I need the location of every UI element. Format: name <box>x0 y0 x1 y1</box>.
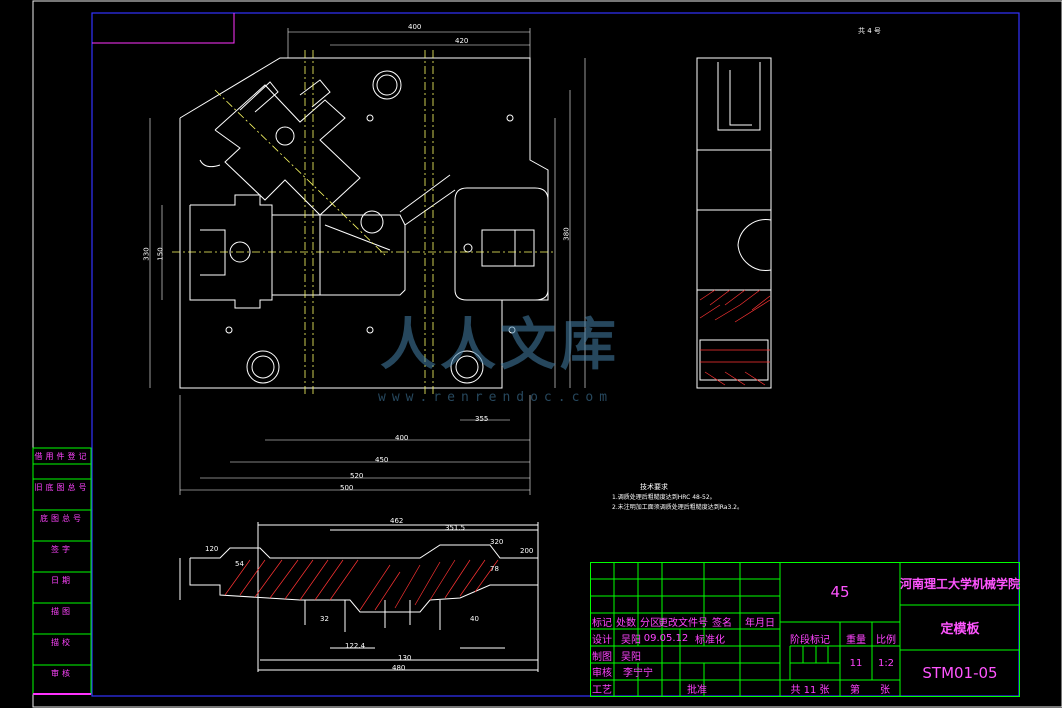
dimension-lines <box>149 28 586 495</box>
dim-label: 200 <box>520 547 534 555</box>
approve-label: 批准 <box>687 685 707 696</box>
dim-label: 351.5 <box>445 524 466 532</box>
drawing-number: STM01-05 <box>922 664 998 682</box>
dim-label: 480 <box>392 664 406 672</box>
dim-label: 32 <box>320 615 329 623</box>
side-panel-item: 旧底图总号 <box>34 482 90 492</box>
weight-label: 重量 <box>846 635 866 646</box>
part-name: 定模板 <box>940 622 980 637</box>
dim-label: 130 <box>398 654 412 662</box>
tech-req-item: 2.未注明加工面须调质处理后粗糙度达到Ra3.2。 <box>612 504 743 511</box>
tb-header: 标记 <box>592 618 612 629</box>
review-name: 李宁宁 <box>623 668 653 679</box>
corner-box <box>92 13 235 44</box>
section-hatching <box>224 559 499 611</box>
tech-req-item: 1.调质处理后粗糙度达到HRC 48-52。 <box>612 494 716 501</box>
watermark-text: 人人文库 <box>380 313 620 378</box>
tb-header: 更改文件号 <box>658 618 708 629</box>
dim-label: 78 <box>490 565 499 573</box>
dim-label: 320 <box>490 538 504 546</box>
side-panel-item: 描校 <box>51 637 73 647</box>
tech-req-title: 技术要求 <box>640 483 668 491</box>
side-panel-item: 审核 <box>51 668 73 678</box>
drafting-label: 制图 <box>592 652 612 663</box>
side-view-hatching <box>699 289 771 386</box>
dim-label: 400 <box>395 434 409 442</box>
review-label: 审核 <box>592 668 612 679</box>
dim-label: 450 <box>375 456 389 464</box>
dim-label: 520 <box>350 472 364 480</box>
dim-label: 400 <box>408 23 422 31</box>
side-panel-item: 底图总号 <box>40 513 84 523</box>
total-sheets: 共 11 张 <box>790 685 830 696</box>
design-label: 设计 <box>592 635 612 646</box>
tb-header: 签名 <box>712 618 732 629</box>
standardization-label: 标准化 <box>695 635 725 646</box>
side-panel-item: 借用件登记 <box>34 451 90 461</box>
tb-header: 处数 <box>616 618 636 629</box>
stage-mark-label: 阶段标记 <box>790 635 830 646</box>
dim-label: 462 <box>390 517 404 525</box>
dim-label: 330 <box>142 247 151 261</box>
sheet-size-label: 共 4 号 <box>858 27 881 35</box>
side-panel-item: 签字 <box>51 544 73 554</box>
process-label: 工艺 <box>592 685 612 696</box>
dim-label: 40 <box>470 615 479 623</box>
scale-label: 比例 <box>876 635 896 646</box>
material: 45 <box>830 583 850 601</box>
drafting-name: 吴阳 <box>621 652 641 663</box>
side-panel-item: 日期 <box>51 575 73 585</box>
sheet-unit: 张 <box>880 685 890 696</box>
sheet-label: 第 <box>850 685 860 696</box>
side-view <box>696 57 772 389</box>
watermark-url: www.renrendoc.com <box>378 390 614 405</box>
dim-label: 122.4 <box>345 642 366 650</box>
scale-value: 1:2 <box>877 658 895 669</box>
dim-label: 120 <box>205 545 219 553</box>
tb-header: 年月日 <box>745 618 775 629</box>
side-panel-item: 描图 <box>51 606 73 616</box>
dim-label: 54 <box>235 560 244 568</box>
dim-label: 500 <box>340 484 354 492</box>
dim-label: 420 <box>455 37 469 45</box>
dim-label: 150 <box>156 247 165 261</box>
weight-value: 11 <box>849 658 863 669</box>
school-name: 河南理工大学机械学院 <box>900 577 1021 591</box>
dim-label: 355 <box>475 415 489 423</box>
cad-drawing-sheet: 400 420 380 330 150 355 400 450 520 500 … <box>0 0 1062 708</box>
dim-label: 380 <box>562 227 571 241</box>
